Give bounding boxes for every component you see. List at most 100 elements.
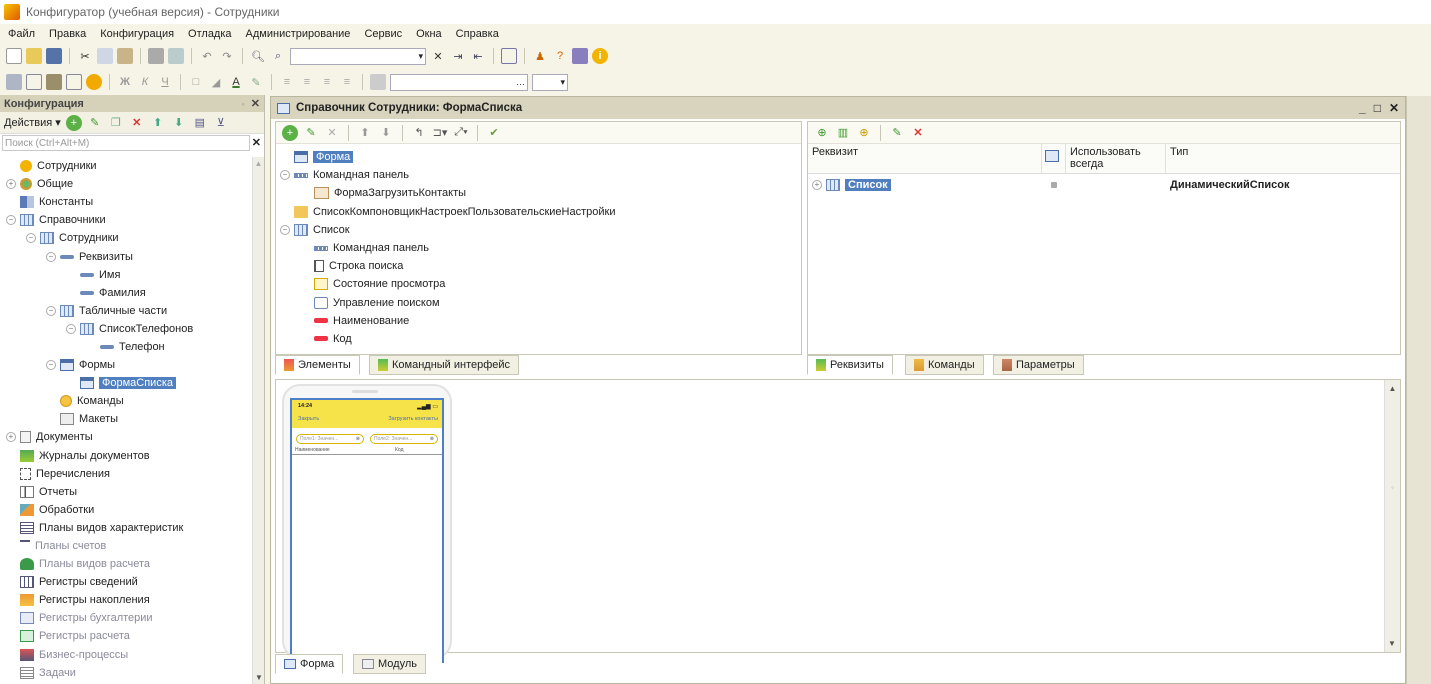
- preview-scrollbar[interactable]: ▲ ◦ ▼: [1384, 380, 1400, 652]
- debug-icon[interactable]: ♟: [532, 48, 548, 64]
- search-icon[interactable]: ⌕: [270, 48, 286, 64]
- edit-attribute-icon[interactable]: ✎: [889, 125, 905, 141]
- phone-field-1[interactable]: Поле1: Значен... ⊗: [296, 434, 364, 444]
- config-search-input[interactable]: Поиск (Ctrl+Alt+M): [2, 135, 250, 151]
- config-tree-item[interactable]: Регистры бухгалтерии: [0, 609, 250, 627]
- tab-command-interface[interactable]: Командный интерфейс: [369, 355, 520, 375]
- align-right-icon[interactable]: ≡: [319, 74, 335, 90]
- config-tree-item[interactable]: Отчеты: [0, 483, 250, 501]
- bold-button[interactable]: Ж: [117, 74, 133, 90]
- attribute-row[interactable]: + Список ДинамическийСписок: [808, 176, 1400, 194]
- italic-button[interactable]: К: [137, 74, 153, 90]
- window-icon[interactable]: [501, 48, 517, 64]
- elements-tree-item[interactable]: ФормаЗагрузитьКонтакты: [280, 184, 795, 202]
- print-icon[interactable]: [148, 48, 164, 64]
- elements-tree-item[interactable]: Управление поиском: [280, 294, 795, 312]
- menu-item-4[interactable]: Администрирование: [246, 28, 351, 40]
- elements-tree-item[interactable]: Форма: [280, 148, 795, 166]
- find-prev-icon[interactable]: ⇤: [470, 48, 486, 64]
- close-window-button[interactable]: ✕: [1389, 101, 1399, 115]
- config-tree-item[interactable]: Планы видов расчета: [0, 555, 250, 573]
- picture-icon[interactable]: [370, 74, 386, 90]
- config-tree-item[interactable]: − Реквизиты: [0, 247, 250, 265]
- config-tree-item[interactable]: + Документы: [0, 428, 250, 446]
- collapse-icon[interactable]: −: [46, 305, 56, 316]
- elements-tree-item[interactable]: Код: [280, 330, 795, 348]
- cut-icon[interactable]: ✂: [77, 48, 93, 64]
- book-icon[interactable]: [572, 48, 588, 64]
- redo-icon[interactable]: ↷: [219, 48, 235, 64]
- menu-item-0[interactable]: Файл: [8, 28, 35, 40]
- phone-load-contacts-button[interactable]: Загрузить контакты: [388, 416, 438, 422]
- menu-item-5[interactable]: Сервис: [364, 28, 402, 40]
- move-to-icon[interactable]: ↰: [411, 125, 427, 141]
- menu-item-6[interactable]: Окна: [416, 28, 442, 40]
- use-always-checkbox[interactable]: [1051, 182, 1057, 188]
- add-icon[interactable]: +: [65, 114, 82, 131]
- config-tree-item[interactable]: − Табличные части: [0, 302, 250, 320]
- config-tree-item[interactable]: − Формы: [0, 356, 250, 374]
- collapse-icon[interactable]: −: [6, 215, 16, 226]
- find-icon[interactable]: 🔍︎: [250, 48, 266, 64]
- minimize-button[interactable]: _: [1359, 101, 1366, 115]
- group-icon[interactable]: ⊐▾: [432, 125, 448, 141]
- run-icon[interactable]: [86, 74, 102, 90]
- elements-tree-item[interactable]: Наименование: [280, 312, 795, 330]
- collapse-icon[interactable]: −: [46, 360, 56, 371]
- configuration-scrollbar[interactable]: ▲ ▼: [252, 157, 264, 684]
- add-element-icon[interactable]: +: [282, 124, 298, 141]
- menu-item-1[interactable]: Правка: [49, 28, 86, 40]
- font-color-icon[interactable]: A: [228, 74, 244, 90]
- menu-item-2[interactable]: Конфигурация: [100, 28, 174, 40]
- clear-icon[interactable]: ✕: [430, 48, 446, 64]
- actions-menu[interactable]: Действия ▾: [4, 116, 61, 129]
- config-tree-item[interactable]: Команды: [0, 392, 250, 410]
- tab-parameters[interactable]: Параметры: [993, 355, 1084, 375]
- save-icon[interactable]: [46, 48, 62, 64]
- wizard-icon[interactable]: [46, 74, 62, 90]
- font-combo[interactable]: …: [390, 73, 528, 91]
- collapse-icon[interactable]: −: [26, 233, 36, 244]
- edit-element-icon[interactable]: ✎: [303, 125, 319, 141]
- config-tree-item[interactable]: Журналы документов: [0, 447, 250, 465]
- expand-icon[interactable]: +: [6, 432, 16, 443]
- border-icon[interactable]: □: [188, 74, 204, 90]
- add-attribute-icon[interactable]: ⊕: [814, 125, 830, 141]
- config-tree-item[interactable]: − Справочники: [0, 211, 250, 229]
- check-icon[interactable]: ✔: [486, 125, 502, 141]
- config-tree-item[interactable]: − СписокТелефонов: [0, 320, 250, 338]
- move-down-icon[interactable]: ⬇: [171, 115, 187, 131]
- edit-icon[interactable]: ✎: [87, 115, 103, 131]
- highlight-icon[interactable]: ✎: [248, 74, 264, 90]
- config-tree-item[interactable]: Сотрудники: [0, 157, 250, 175]
- delete-element-icon[interactable]: ✕: [324, 125, 340, 141]
- undo-icon[interactable]: ↶: [199, 48, 215, 64]
- align-center-icon[interactable]: ≡: [299, 74, 315, 90]
- config-tree-item[interactable]: Константы: [0, 193, 250, 211]
- copy-icon[interactable]: [97, 48, 113, 64]
- expand-icon[interactable]: +: [6, 179, 16, 190]
- pin-icon[interactable]: ◦: [241, 99, 244, 109]
- filter-icon[interactable]: ⊻: [213, 115, 229, 131]
- config-tree-item[interactable]: − Сотрудники: [0, 229, 250, 247]
- tab-commands[interactable]: Команды: [905, 355, 984, 375]
- expand-icon[interactable]: +: [812, 180, 822, 190]
- paste-icon[interactable]: [117, 48, 133, 64]
- elements-tree-item[interactable]: − Командная панель: [280, 166, 795, 184]
- delete-attribute-icon[interactable]: ✕: [910, 125, 926, 141]
- add-sub-icon[interactable]: ⊕: [856, 125, 872, 141]
- menu-item-7[interactable]: Справка: [456, 28, 499, 40]
- config-tree-item[interactable]: Перечисления: [0, 465, 250, 483]
- phone-close-button[interactable]: Закрыть: [298, 416, 319, 422]
- expand-icon[interactable]: ⤢▾: [453, 125, 469, 141]
- collapse-icon[interactable]: −: [46, 251, 56, 262]
- config-tree-item[interactable]: Регистры накопления: [0, 591, 250, 609]
- copy-item-icon[interactable]: ❐: [108, 115, 124, 131]
- template-icon[interactable]: [26, 74, 42, 90]
- tab-form[interactable]: Форма: [275, 654, 344, 674]
- module-icon[interactable]: [6, 74, 22, 90]
- config-tree-item[interactable]: Фамилия: [0, 284, 250, 302]
- open-icon[interactable]: [26, 48, 42, 64]
- config-tree-item[interactable]: Регистры сведений: [0, 573, 250, 591]
- search-clear-icon[interactable]: ✕: [252, 136, 261, 149]
